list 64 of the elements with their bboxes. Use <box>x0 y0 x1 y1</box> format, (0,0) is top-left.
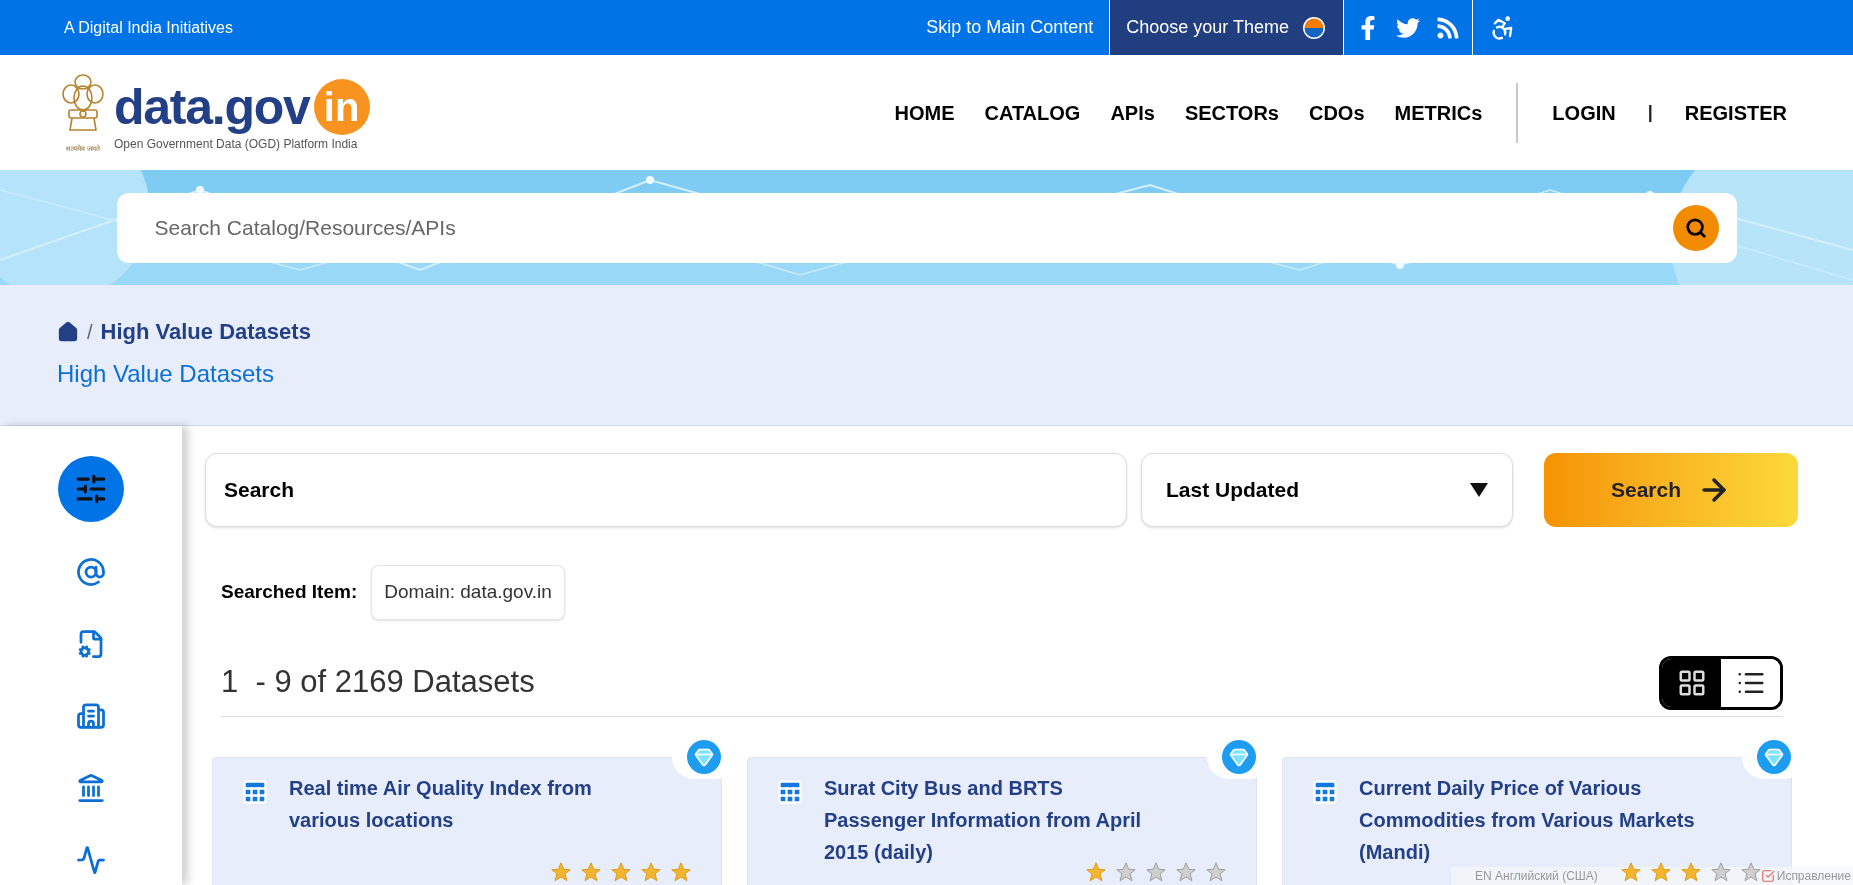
dataset-card[interactable]: Surat City Bus and BRTS Passenger Information from April 2015 (daily) <box>747 756 1257 885</box>
auth-link[interactable]: LOGIN <box>1552 97 1616 128</box>
auth-link[interactable]: REGISTER <box>1684 97 1787 128</box>
theme-button[interactable]: Choose your Theme <box>1109 0 1343 55</box>
star-icon <box>550 860 572 883</box>
star-icon <box>610 860 632 883</box>
star-icon <box>1085 860 1107 883</box>
nav-link[interactable]: CATALOG <box>984 97 1081 128</box>
table-icon <box>1311 777 1339 806</box>
dataset-title: Real time Air Quality Index from various locations <box>289 775 593 833</box>
brand-subtitle: Open Government Data (OGD) Platform India <box>114 136 359 153</box>
filter-icon <box>74 472 108 506</box>
dataset-card[interactable]: Real time Air Quality Index from various locations <box>212 756 722 885</box>
twitter-icon[interactable] <box>1396 15 1420 40</box>
star-icon <box>1205 860 1227 883</box>
pulse-icon <box>76 845 106 875</box>
search-icon <box>1684 216 1707 239</box>
star-icon <box>580 860 602 883</box>
brand-name: data.gov <box>114 82 310 132</box>
building-icon <box>76 701 106 731</box>
results-count: 1 - 9 of 2169 Datasets <box>221 663 535 702</box>
checkbox-icon <box>1760 869 1775 883</box>
nav-link[interactable]: METRICs <box>1394 97 1483 128</box>
dataset-title: Surat City Bus and BRTS Passenger Information from April 2015 (daily) <box>824 775 1143 865</box>
home-icon[interactable] <box>57 320 79 343</box>
star-icon <box>1175 860 1197 883</box>
rss-icon[interactable] <box>1436 15 1460 40</box>
submit-button[interactable]: Search <box>1544 453 1798 527</box>
nav-link[interactable]: APIs <box>1110 97 1155 128</box>
brand-badge: in <box>313 79 370 135</box>
nav-link[interactable]: HOME <box>894 97 955 128</box>
table-icon <box>241 777 269 806</box>
table-icon <box>776 777 804 806</box>
diamond-icon <box>1229 746 1249 767</box>
site-search-field[interactable]: Search Catalog/Resources/APIs <box>116 192 1737 263</box>
tagline: A Digital India Initiatives <box>64 17 233 38</box>
searched-item-label: Searched Item: <box>221 580 358 604</box>
separator: | <box>1647 101 1653 124</box>
diamond-icon <box>1764 746 1784 767</box>
star-icon <box>1680 860 1702 883</box>
breadcrumb-link[interactable]: High Value Datasets <box>100 315 311 348</box>
dataset-title: Current Daily Price of Various Commodities from Various Markets (Mandi) <box>1359 775 1696 865</box>
sort-dropdown[interactable]: Last Updated <box>1141 453 1513 527</box>
separator: / <box>87 319 93 345</box>
view-button[interactable] <box>1662 658 1721 707</box>
nav-link[interactable]: CDOs <box>1309 97 1365 128</box>
star-icon <box>640 860 662 883</box>
diamond-icon <box>694 746 714 767</box>
theme-icon <box>1301 14 1327 41</box>
landmark-icon <box>76 773 106 803</box>
star-icon <box>1740 860 1762 883</box>
star-icon <box>1650 860 1672 883</box>
star-icon <box>1115 860 1137 883</box>
star-icon <box>1620 860 1642 883</box>
nav-link[interactable]: SECTORs <box>1184 97 1279 128</box>
caret-icon <box>1470 483 1488 497</box>
star-icon <box>670 860 692 883</box>
search-field[interactable]: Search <box>205 453 1127 527</box>
email-icon <box>76 557 106 587</box>
filter-tag: Domain: data.gov.in <box>371 565 565 620</box>
page-title: High Value Datasets <box>57 359 275 389</box>
star-icon <box>1145 860 1167 883</box>
skip-link[interactable]: Skip to Main Content <box>910 14 1110 41</box>
star-icon <box>1710 860 1732 883</box>
